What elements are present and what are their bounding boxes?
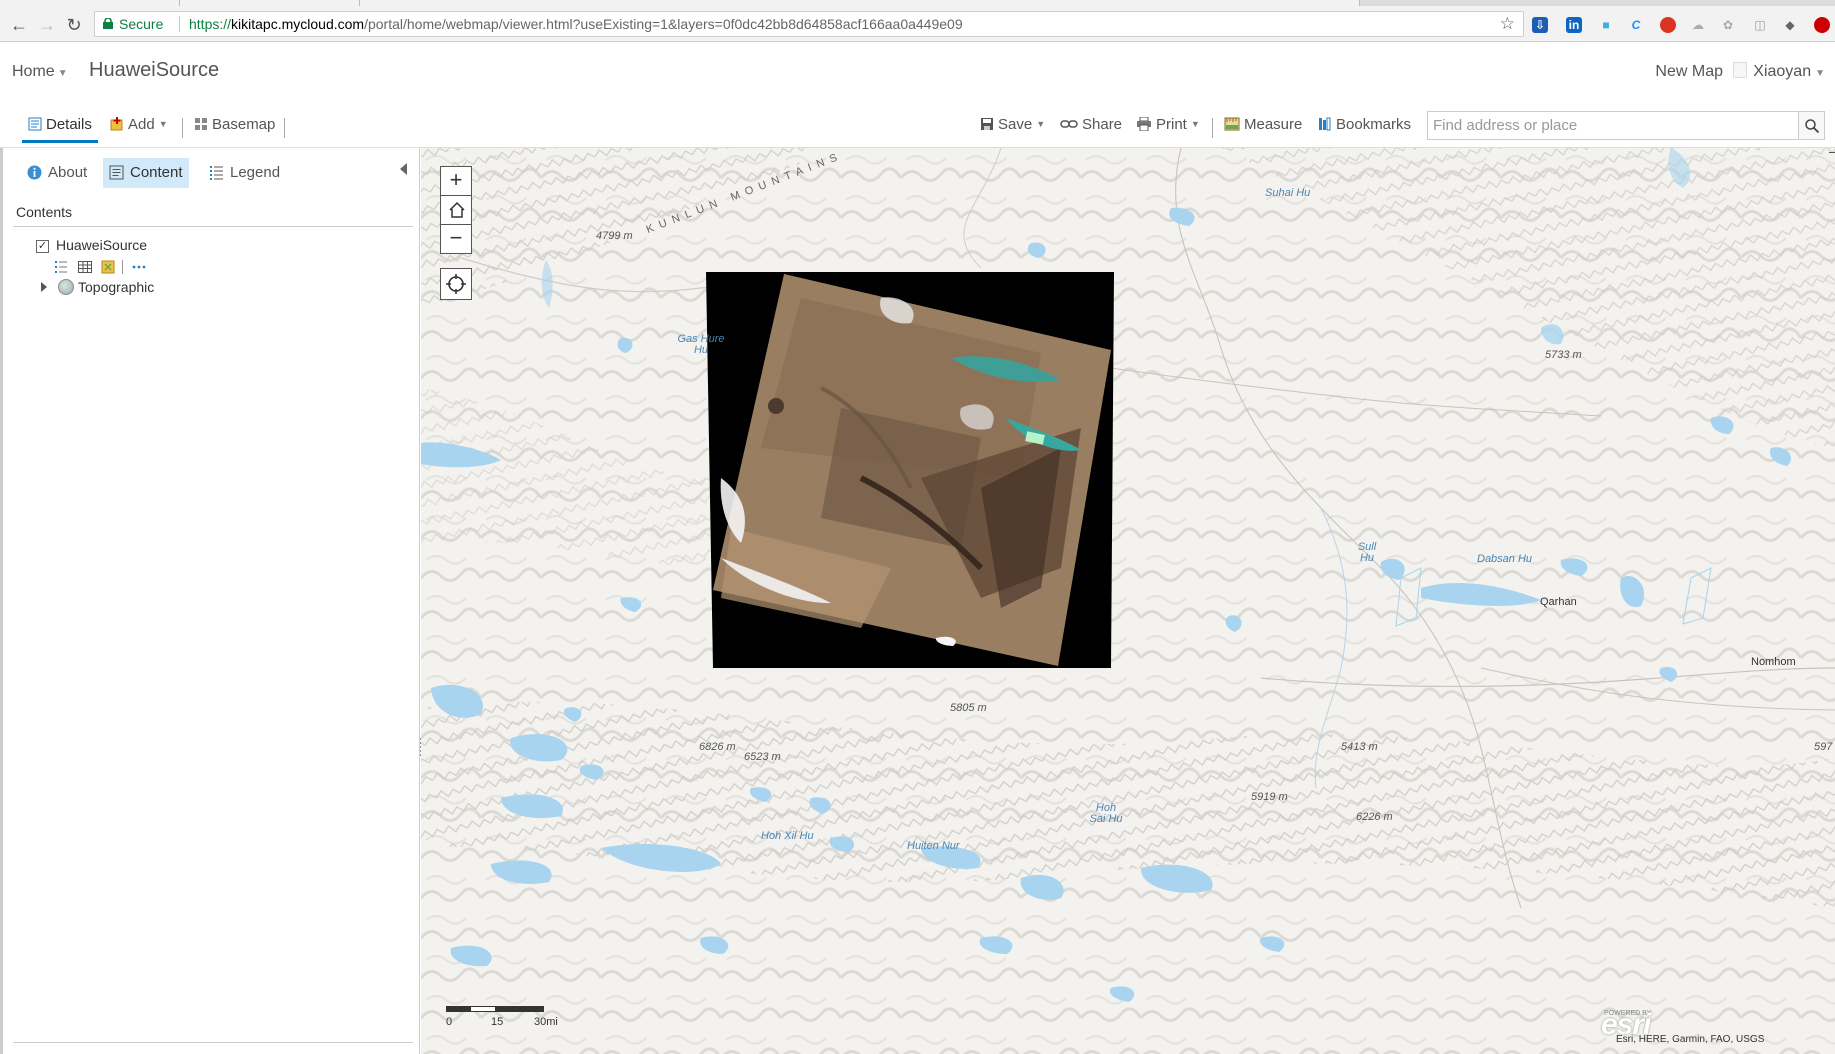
expand-map-icon[interactable] bbox=[1829, 152, 1835, 160]
chevron-down-icon: ▼ bbox=[1815, 68, 1825, 79]
search-icon bbox=[1805, 119, 1819, 133]
download-extension-icon[interactable]: ⇩ bbox=[1532, 17, 1548, 33]
measure-button[interactable]: Measure bbox=[1224, 116, 1302, 133]
map-title: HuaweiSource bbox=[89, 59, 220, 81]
search-input[interactable] bbox=[1427, 111, 1799, 140]
more-options-icon[interactable] bbox=[132, 260, 146, 274]
lake-label: Huiten Nur bbox=[907, 840, 960, 852]
save-button[interactable]: Save ▼ bbox=[980, 116, 1045, 133]
home-icon bbox=[449, 201, 465, 218]
table-icon[interactable] bbox=[78, 260, 92, 274]
elevation-label: 4799 m bbox=[596, 230, 633, 242]
elevation-label: 5805 m bbox=[950, 702, 987, 714]
search-button[interactable] bbox=[1799, 111, 1825, 140]
map-toolbar: Details Add ▼ Basemap Save ▼ Share Print ▼ … bbox=[0, 103, 1835, 148]
elevation-label: 597 bbox=[1814, 741, 1833, 753]
layer-name-topographic[interactable]: Topographic bbox=[78, 279, 154, 295]
bookmark-star-icon[interactable]: ☆ bbox=[1500, 12, 1515, 36]
elevation-label: 6826 m bbox=[699, 741, 736, 753]
map-view[interactable]: KUNLUN MOUNTAINS 4799 m 5733 m 5805 m 68… bbox=[421, 148, 1835, 1054]
content-icon bbox=[109, 165, 124, 180]
lake-label: Hoh Sai Hu bbox=[1089, 802, 1123, 825]
basemap-globe-icon bbox=[58, 279, 74, 295]
reload-icon[interactable]: ↻ bbox=[63, 14, 85, 36]
panel-tabs: About Content Legend bbox=[3, 158, 423, 190]
layer-name-huaweisource[interactable]: HuaweiSource bbox=[56, 237, 147, 253]
tablet-extension-icon[interactable]: ◫ bbox=[1752, 17, 1768, 33]
expand-layer-icon[interactable] bbox=[41, 282, 47, 292]
default-extent-button[interactable] bbox=[440, 195, 472, 225]
avatar bbox=[1733, 62, 1748, 78]
elevation-label: 5733 m bbox=[1545, 349, 1582, 361]
home-menu[interactable]: Home ▼ bbox=[12, 63, 68, 81]
esri-logo[interactable]: esri bbox=[1601, 1008, 1651, 1042]
topographic-basemap bbox=[421, 148, 1835, 1054]
basemap-grid-icon bbox=[195, 118, 207, 130]
bookmarks-icon bbox=[1319, 117, 1331, 131]
basemap-button[interactable]: Basemap bbox=[194, 116, 275, 133]
chevron-down-icon: ▼ bbox=[1190, 119, 1200, 129]
town-label: Nomhom bbox=[1751, 656, 1796, 668]
share-button[interactable]: Share bbox=[1060, 116, 1122, 133]
chevron-down-icon: ▼ bbox=[57, 68, 68, 79]
chevron-down-icon: ▼ bbox=[158, 119, 168, 129]
save-icon bbox=[981, 118, 993, 130]
address-bar[interactable]: Secure https://kikitapc.mycloud.com/port… bbox=[94, 11, 1524, 37]
add-layer-icon bbox=[110, 117, 123, 131]
elevation-label: 6226 m bbox=[1356, 811, 1393, 823]
printer-icon bbox=[1137, 117, 1151, 131]
lock-icon bbox=[103, 18, 113, 29]
back-icon[interactable]: ← bbox=[8, 14, 30, 36]
tab-legend[interactable]: Legend bbox=[203, 158, 286, 188]
elevation-label: 6523 m bbox=[744, 751, 781, 763]
lake-label: Gas Hure Hu bbox=[677, 333, 725, 356]
locate-button[interactable] bbox=[440, 268, 472, 300]
new-map-link[interactable]: New Map bbox=[1655, 63, 1723, 81]
collapse-panel-icon[interactable] bbox=[400, 163, 407, 175]
elevation-label: 5413 m bbox=[1341, 741, 1378, 753]
legend-icon[interactable] bbox=[54, 260, 68, 274]
lake-label: Hoh Xil Hu bbox=[761, 830, 814, 842]
record-extension-icon[interactable] bbox=[1660, 17, 1676, 33]
diamond-extension-icon[interactable]: ◆ bbox=[1782, 17, 1798, 33]
url-text: https://kikitapc.mycloud.com/portal/home… bbox=[189, 16, 963, 32]
style-icon[interactable] bbox=[101, 260, 115, 274]
user-menu[interactable]: Xiaoyan ▼ bbox=[1733, 62, 1825, 81]
info-icon bbox=[27, 165, 42, 180]
lake-label: Dabsan Hu bbox=[1477, 553, 1533, 565]
chevron-down-icon: ▼ bbox=[1036, 119, 1046, 129]
details-panel: About Content Legend Contents ✓ HuaweiSo… bbox=[0, 148, 423, 1054]
contents-heading: Contents bbox=[16, 204, 73, 220]
puzzle-extension-icon[interactable]: ✿ bbox=[1720, 17, 1736, 33]
c-extension-icon[interactable]: C bbox=[1628, 17, 1644, 33]
layer-visibility-checkbox[interactable]: ✓ bbox=[36, 240, 49, 253]
elevation-label: 5919 m bbox=[1251, 791, 1288, 803]
forward-icon[interactable]: → bbox=[36, 14, 58, 36]
tab-about[interactable]: About bbox=[21, 158, 93, 188]
tab-content[interactable]: Content bbox=[103, 158, 189, 188]
cloud-extension-icon[interactable]: ☁ bbox=[1690, 17, 1706, 33]
zoom-out-button[interactable]: − bbox=[440, 224, 472, 254]
zoom-in-button[interactable]: + bbox=[440, 166, 472, 196]
lake-label: Suhai Hu bbox=[1265, 187, 1311, 199]
linkedin-extension-icon[interactable]: in bbox=[1566, 17, 1582, 33]
legend-list-icon bbox=[210, 166, 223, 180]
app-header: Home ▼ HuaweiSource New Map Xiaoyan ▼ bbox=[0, 43, 1835, 103]
chat-extension-icon[interactable]: ■ bbox=[1598, 17, 1614, 33]
town-label: Qarhan bbox=[1540, 596, 1577, 608]
print-button[interactable]: Print ▼ bbox=[1136, 116, 1200, 133]
link-icon bbox=[1060, 120, 1078, 128]
measure-icon bbox=[1224, 117, 1240, 131]
details-button[interactable]: Details bbox=[22, 116, 98, 143]
red-extension-icon[interactable] bbox=[1814, 17, 1830, 33]
scale-bar: 0 15 30mi bbox=[446, 1006, 566, 1040]
lake-label: Sull Hu bbox=[1357, 541, 1377, 564]
bookmarks-button[interactable]: Bookmarks bbox=[1318, 116, 1411, 133]
browser-toolbar: ← → ↻ Secure https://kikitapc.mycloud.co… bbox=[0, 6, 1835, 42]
add-button[interactable]: Add ▼ bbox=[110, 116, 168, 133]
crosshair-icon bbox=[446, 274, 466, 294]
secure-label: Secure bbox=[119, 16, 164, 32]
details-icon bbox=[28, 117, 42, 131]
